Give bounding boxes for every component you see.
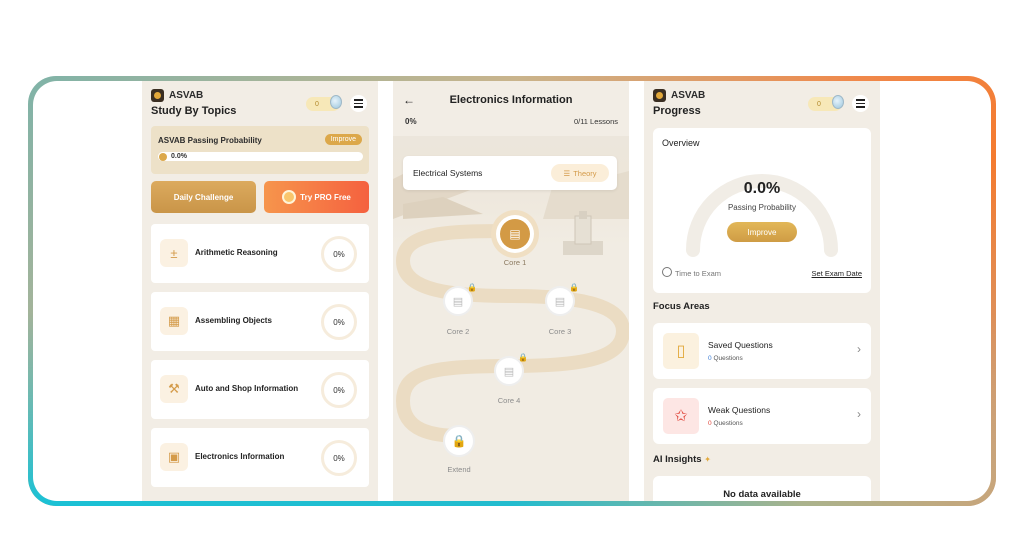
app-brand: ASVAB	[151, 89, 203, 102]
try-pro-label: Try PRO Free	[300, 192, 351, 202]
gem-icon	[330, 95, 342, 109]
broken-star-icon: ✩	[663, 398, 699, 434]
theory-label: Theory	[573, 168, 597, 178]
saved-questions-card[interactable]: ▯ Saved Questions 0 Questions ›	[653, 323, 871, 379]
passing-probability-card: ASVAB Passing Probability Improve 0.0%	[151, 126, 369, 174]
topic-name: Auto and Shop Information	[195, 384, 299, 393]
topic-name: Arithmetic Reasoning	[195, 248, 278, 257]
lesson-title: Electronics Information	[449, 94, 573, 106]
weak-questions-card[interactable]: ✩ Weak Questions 0 Questions ›	[653, 388, 871, 444]
lock-icon: 🔒	[451, 434, 467, 448]
gem-icon	[832, 95, 844, 109]
overview-heading: Overview	[662, 138, 700, 148]
node-label: Core 4	[497, 396, 521, 405]
topic-progress-ring: 0%	[321, 304, 357, 340]
lock-icon: 🔒	[518, 352, 528, 362]
study-by-topics-screen: ASVAB Study By Topics 0 ASVAB Passing Pr…	[142, 81, 378, 501]
unit-name: Electrical Systems	[413, 168, 483, 178]
overview-card: Overview 0.0% Passing Probability Improv…	[653, 128, 871, 293]
focus-name: Weak Questions	[708, 405, 771, 415]
no-data-message: No data available	[653, 476, 871, 501]
focus-areas-title: Focus Areas	[653, 301, 710, 312]
chevron-right-icon: ›	[857, 407, 861, 421]
tower-illustration	[563, 211, 603, 255]
core-node-active[interactable]: ▤	[491, 210, 539, 258]
coin-counter[interactable]: 0	[808, 95, 844, 111]
calculator-icon: ±	[160, 239, 188, 267]
node-label: Core 1	[503, 258, 527, 267]
daily-challenge-button[interactable]: Daily Challenge	[151, 181, 256, 213]
theory-icon: ☰	[563, 168, 571, 178]
showcase-canvas: ASVAB Study By Topics 0 ASVAB Passing Pr…	[33, 81, 991, 501]
menu-button[interactable]	[852, 95, 869, 112]
topic-card[interactable]: ▦ Assembling Objects 0%	[151, 292, 369, 351]
menu-button[interactable]	[350, 95, 367, 112]
brand-name: ASVAB	[671, 90, 706, 101]
coin-count: 0	[315, 100, 319, 108]
brand-name: ASVAB	[169, 90, 204, 101]
probability-label: Passing Probability	[727, 203, 797, 212]
lesson-icon: ▤	[500, 219, 530, 249]
page-title: Study By Topics	[151, 105, 237, 117]
lock-icon: 🔒	[569, 282, 579, 292]
probability-value: 0.0%	[743, 180, 781, 197]
time-to-exam-label: Time to Exam	[675, 269, 721, 278]
node-label: Extend	[447, 465, 471, 474]
progress-screen: ASVAB Progress 0 Overview 0.0% Passing P…	[644, 81, 880, 501]
bookmark-icon: ▯	[663, 333, 699, 369]
extend-node-locked[interactable]: 🔒	[443, 425, 475, 457]
wrench-icon: ⚒	[160, 375, 188, 403]
unit-card[interactable]: Electrical Systems ☰ Theory	[403, 156, 617, 190]
topic-progress-ring: 0%	[321, 440, 357, 476]
coin-counter[interactable]: 0	[306, 95, 342, 111]
probability-value: 0.0%	[171, 153, 187, 160]
topic-name: Assembling Objects	[195, 316, 272, 325]
theory-button[interactable]: ☰ Theory	[551, 164, 609, 182]
improve-button[interactable]: Improve	[727, 222, 797, 242]
probability-bar-fill	[159, 153, 167, 161]
improve-button[interactable]: Improve	[324, 134, 362, 145]
topic-card[interactable]: ⚒ Auto and Shop Information 0%	[151, 360, 369, 419]
probability-bar	[158, 152, 363, 161]
ai-insights-title: AI Insights ✦	[653, 454, 711, 465]
topic-progress-ring: 0%	[321, 372, 357, 408]
lesson-count: 0/11 Lessons	[573, 117, 618, 126]
hamburger-icon	[354, 99, 363, 101]
topic-card[interactable]: ± Arithmetic Reasoning 0%	[151, 224, 369, 283]
chip-icon: ▣	[160, 443, 188, 471]
topic-name: Electronics Information	[195, 452, 285, 461]
app-logo-icon	[653, 89, 666, 102]
try-pro-button[interactable]: Try PRO Free	[264, 181, 369, 213]
gift-icon	[282, 190, 297, 204]
hamburger-icon	[856, 99, 865, 101]
topic-card[interactable]: ▣ Electronics Information 0%	[151, 428, 369, 487]
node-label: Core 2	[446, 327, 470, 336]
topic-progress-ring: 0%	[321, 236, 357, 272]
page-title: Progress	[653, 105, 701, 117]
lesson-path-screen: ← Electronics Information 0% 0/11 Lesson…	[393, 81, 629, 501]
grid-icon: ▦	[160, 307, 188, 335]
lesson-progress-percent: 0%	[405, 117, 417, 126]
set-exam-date-link[interactable]: Set Exam Date	[812, 269, 862, 278]
app-brand: ASVAB	[653, 89, 705, 102]
probability-label: ASVAB Passing Probability	[158, 136, 262, 145]
clock-icon	[662, 267, 672, 277]
app-logo-icon	[151, 89, 164, 102]
coin-count: 0	[817, 100, 821, 108]
node-label: Core 3	[548, 327, 572, 336]
sparkle-icon: ✦	[704, 455, 711, 464]
lock-icon: 🔒	[467, 282, 477, 292]
chevron-right-icon: ›	[857, 342, 861, 356]
focus-count: 0 Questions	[708, 355, 743, 362]
focus-name: Saved Questions	[708, 340, 773, 350]
focus-count: 0 Questions	[708, 420, 743, 427]
